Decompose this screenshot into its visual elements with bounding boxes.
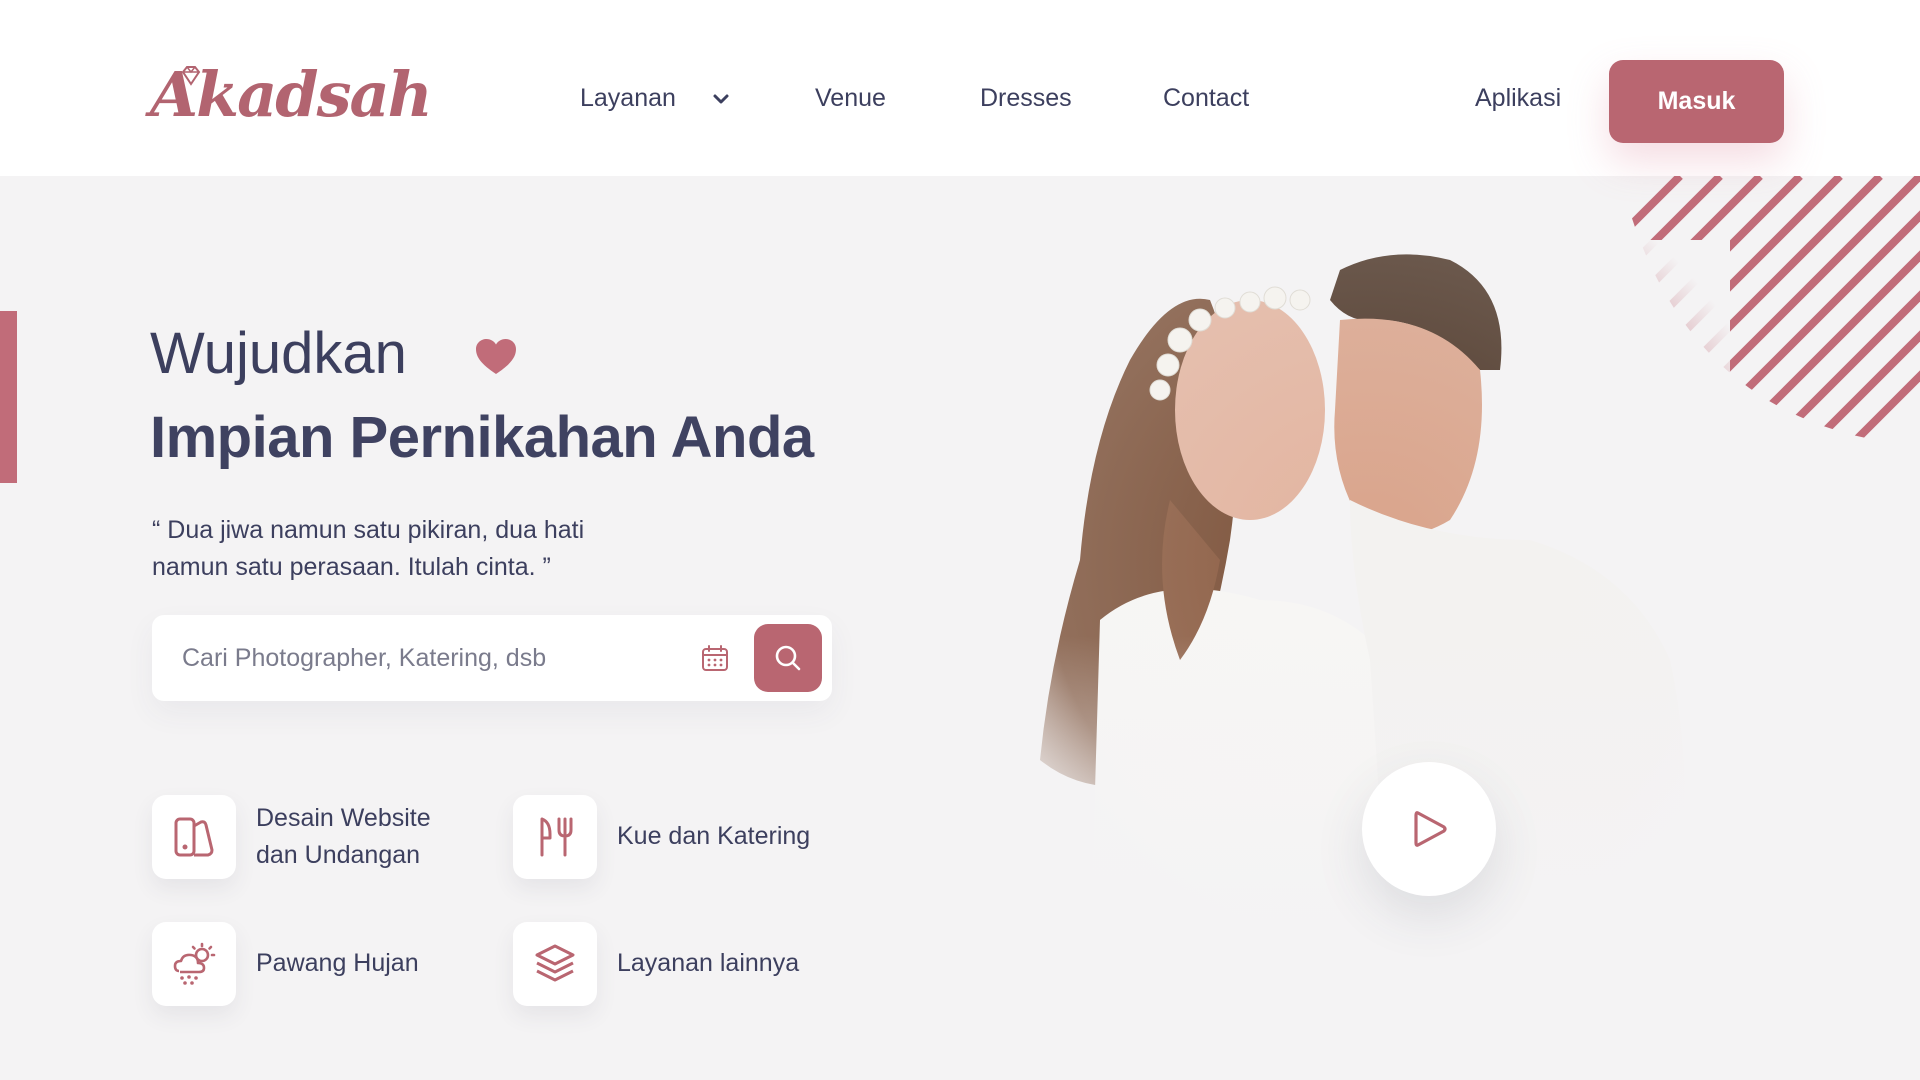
nav-link-aplikasi[interactable]: Aplikasi (1475, 84, 1561, 113)
hero-title-line1: Wujudkan (150, 321, 407, 386)
search-icon (775, 645, 801, 671)
hero-quote: “ Dua jiwa namun satu pikiran, dua hati … (152, 512, 672, 586)
calendar-icon[interactable] (700, 643, 730, 673)
service-catering[interactable]: Kue dan Katering (513, 795, 843, 879)
fork-knife-icon (540, 817, 573, 857)
service-website-design[interactable]: Desain Website dan Undangan (152, 795, 482, 879)
service-label-line1: Desain Website (256, 804, 431, 832)
quote-line1: “ Dua jiwa namun satu pikiran, dua hati (152, 516, 585, 544)
service-icon-box (152, 795, 236, 879)
brand-logo[interactable]: Akadsah (150, 50, 433, 140)
search-bar (152, 615, 832, 701)
weather-icon (173, 942, 216, 985)
service-label: Layanan lainnya (617, 949, 800, 977)
service-label-line2: dan Undangan (256, 841, 421, 869)
login-button[interactable]: Masuk (1609, 60, 1784, 143)
service-label: Pawang Hujan (256, 949, 419, 977)
website-design-icon (174, 817, 214, 857)
service-icon-box (513, 922, 597, 1006)
service-icon-box (513, 795, 597, 879)
brand-name: Akadsah (150, 58, 433, 131)
nav-item-venue[interactable]: Venue (815, 84, 886, 113)
play-icon (1414, 811, 1447, 847)
nav-item-dresses[interactable]: Dresses (980, 84, 1072, 113)
service-layanan-lainnya[interactable]: Layanan lainnya (513, 922, 843, 1006)
site-header: Akadsah Layanan Venue Dresses Contact Ap… (0, 0, 1920, 176)
nav-item-contact[interactable]: Contact (1163, 84, 1249, 113)
nav-item-layanan[interactable]: Layanan (580, 84, 676, 113)
service-label: Kue dan Katering (617, 822, 811, 850)
service-pawang-hujan[interactable]: Pawang Hujan (152, 922, 482, 1006)
heart-icon (476, 339, 516, 374)
quote-line2: namun satu perasaan. Itulah cinta. ” (152, 553, 551, 581)
search-input[interactable] (182, 635, 662, 681)
layers-icon (535, 944, 575, 982)
service-icon-box (152, 922, 236, 1006)
left-accent-bar (0, 311, 17, 483)
chevron-down-icon[interactable] (712, 92, 730, 106)
search-button[interactable] (754, 624, 822, 692)
play-video-button[interactable] (1362, 762, 1496, 896)
hero-title-line2: Impian Pernikahan Anda (150, 405, 814, 470)
